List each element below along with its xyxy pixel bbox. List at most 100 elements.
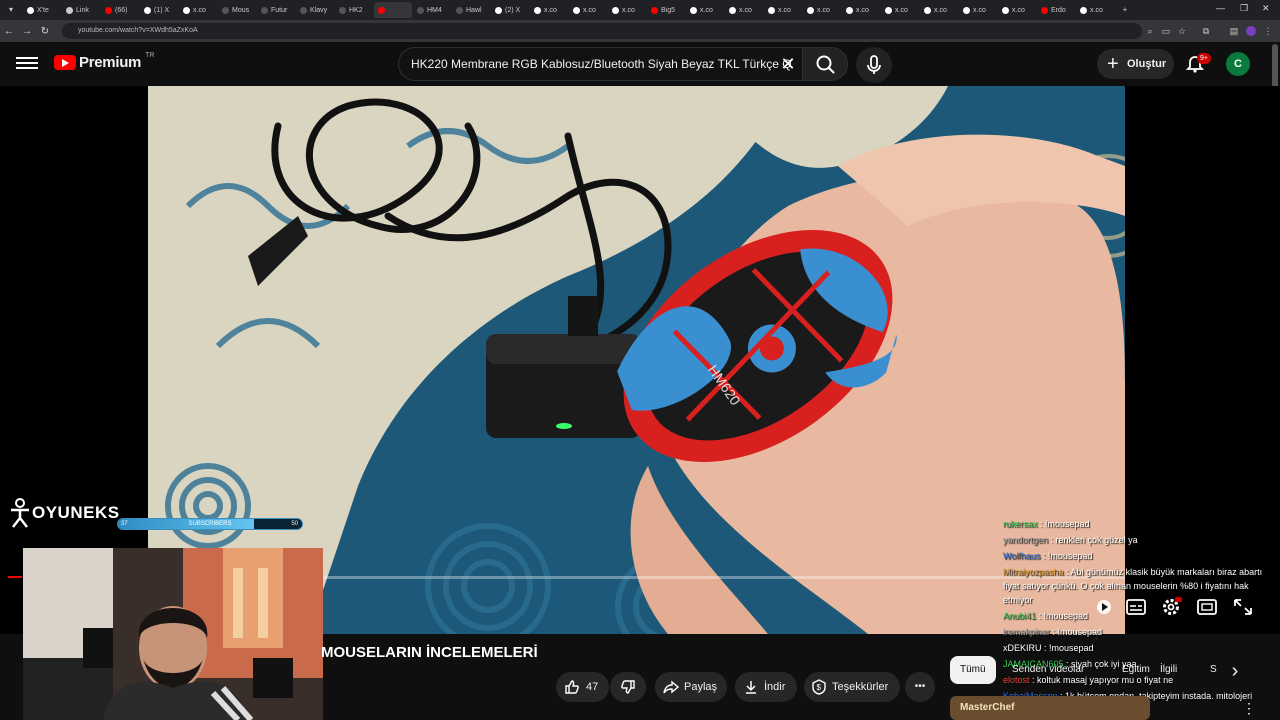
youtube-premium-logo[interactable]: Premium TR xyxy=(54,52,154,71)
browser-tab[interactable]: x.co xyxy=(725,2,763,18)
tab-favicon-icon xyxy=(612,6,619,14)
extensions-icon[interactable]: ⧉ xyxy=(1200,25,1212,37)
browser-tab[interactable]: HK2 xyxy=(335,2,373,18)
browser-tab[interactable]: x.co xyxy=(842,2,880,18)
chat-username: Anubi41 xyxy=(1003,611,1037,621)
hamburger-menu-icon[interactable] xyxy=(16,54,38,74)
browser-tab[interactable]: x.co xyxy=(1076,2,1114,18)
more-actions-button[interactable]: ••• xyxy=(905,672,935,702)
download-label: İndir xyxy=(764,681,786,693)
voice-search-button[interactable] xyxy=(856,47,892,83)
dislike-button[interactable] xyxy=(610,672,646,702)
chat-text: : !mousepad xyxy=(1037,519,1090,529)
tab-favicon-icon xyxy=(144,6,151,14)
browser-tab[interactable]: x.co xyxy=(608,2,646,18)
recommended-more-icon[interactable]: ⋮ xyxy=(1242,700,1256,717)
browser-tab[interactable]: Big5 xyxy=(647,2,685,18)
chat-message: xDEKIRU : !mousepad xyxy=(1003,640,1280,656)
browser-tab[interactable]: x.co xyxy=(998,2,1036,18)
browser-tab[interactable]: Klavy xyxy=(296,2,334,18)
chat-text: : renkleri çok güzel ya xyxy=(1048,535,1138,545)
browser-tab[interactable]: x.co xyxy=(179,2,217,18)
chips-next-icon[interactable]: › xyxy=(1224,660,1246,682)
browser-tab[interactable]: (1) X xyxy=(140,2,178,18)
sidebar-icon[interactable]: ▤ xyxy=(1228,25,1240,37)
browser-tab[interactable]: (2) X xyxy=(491,2,529,18)
tab-title: Hawl xyxy=(466,6,482,14)
tab-title: x.co xyxy=(856,6,869,14)
chat-message: iremakpinar : !mousepad xyxy=(1003,624,1280,640)
search-input[interactable]: HK220 Membrane RGB Kablosuz/Bluetooth Si… xyxy=(398,47,806,81)
cast-icon[interactable]: ▭ xyxy=(1160,25,1172,37)
browser-tab[interactable]: (66) xyxy=(101,2,139,18)
browser-tab-strip: ▾ X'te Link (66) (1) X x.co Mous Futur Klavy HK2… xyxy=(0,0,1280,20)
browser-menu-icon[interactable]: ⋮ xyxy=(1262,25,1274,37)
new-tab-button[interactable]: + xyxy=(1118,3,1132,17)
browser-tab[interactable]: x.co xyxy=(920,2,958,18)
window-close-button[interactable]: ✕ xyxy=(1262,3,1270,14)
search-button[interactable] xyxy=(802,47,848,81)
browser-tab[interactable]: x.co xyxy=(803,2,841,18)
like-button[interactable]: 47 xyxy=(556,672,609,702)
browser-tab[interactable]: x.co xyxy=(881,2,919,18)
tab-title: Erdo xyxy=(1051,6,1066,14)
thanks-button[interactable]: $ Teşekkürler xyxy=(804,672,900,702)
chat-text: : !mousepad xyxy=(1036,611,1089,621)
filter-chip[interactable]: Tümü xyxy=(950,656,996,684)
browser-tab[interactable]: Hawl xyxy=(452,2,490,18)
plus-icon: + xyxy=(1107,53,1119,75)
bookmark-star-icon[interactable]: ☆ xyxy=(1176,25,1188,37)
tab-title: x.co xyxy=(193,6,206,14)
subscriber-goal-target: 50 xyxy=(291,521,298,527)
tab-title: x.co xyxy=(1012,6,1025,14)
tab-title: (2) X xyxy=(505,6,521,14)
tab-favicon-icon xyxy=(300,6,307,14)
browser-tab[interactable]: Futur xyxy=(257,2,295,18)
browser-tab[interactable]: x.co xyxy=(959,2,997,18)
chat-message: yandortgen : renkleri çok güzel ya xyxy=(1003,532,1280,548)
chat-username: Wolfhaus xyxy=(1003,551,1041,561)
filter-chip[interactable]: Senden videolar xyxy=(1002,656,1094,684)
clear-search-icon[interactable]: ✕ xyxy=(778,54,798,74)
account-avatar[interactable]: C xyxy=(1226,52,1250,76)
browser-tab[interactable]: X'te xyxy=(23,2,61,18)
profile-avatar-icon[interactable] xyxy=(1246,26,1256,36)
filter-chip[interactable]: İlgili xyxy=(1150,656,1187,684)
back-icon[interactable]: ← xyxy=(0,26,18,37)
address-bar[interactable]: youtube.com/watch?v=XWdh5aZxKoA xyxy=(62,23,1142,39)
recommended-video-thumbnail[interactable]: MasterChef xyxy=(950,696,1150,720)
tab-search-icon[interactable]: ▾ xyxy=(4,3,18,17)
browser-tab[interactable]: x.co xyxy=(530,2,568,18)
reload-icon[interactable]: ↻ xyxy=(36,26,54,37)
browser-tab[interactable]: x.co xyxy=(686,2,724,18)
download-button[interactable]: İndir xyxy=(735,672,797,702)
tab-list: X'te Link (66) (1) X x.co Mous Futur Klavy HK2 HM… xyxy=(22,2,1114,18)
tab-title: Link xyxy=(76,6,89,14)
svg-text:$: $ xyxy=(817,683,822,692)
video-title: MOUSELARIN İNCELEMELERİ xyxy=(321,644,538,661)
forward-icon[interactable]: → xyxy=(18,26,36,37)
like-count: 47 xyxy=(586,681,599,693)
tab-favicon-icon xyxy=(105,6,112,14)
zoom-icon[interactable]: ⌕ xyxy=(1144,25,1156,37)
tab-title: x.co xyxy=(973,6,986,14)
maximize-button[interactable]: ❐ xyxy=(1240,3,1248,14)
filter-chip[interactable]: S xyxy=(1200,656,1227,684)
share-button[interactable]: Paylaş xyxy=(655,672,727,702)
browser-tab[interactable]: HM4 xyxy=(413,2,451,18)
webcam-image xyxy=(23,548,323,720)
tab-title: Klavy xyxy=(310,6,328,14)
tab-favicon-icon xyxy=(27,6,34,14)
tab-favicon-icon xyxy=(651,6,658,14)
browser-tab[interactable]: x.co xyxy=(764,2,802,18)
browser-tab[interactable]: Erdo xyxy=(1037,2,1075,18)
browser-tab[interactable]: x.co xyxy=(569,2,607,18)
streamer-name: OYUNEKS xyxy=(32,503,120,522)
browser-tab[interactable] xyxy=(374,2,412,18)
thanks-label: Teşekkürler xyxy=(832,681,889,693)
minimize-button[interactable]: — xyxy=(1216,3,1225,13)
create-button[interactable]: + Oluştur xyxy=(1097,49,1174,79)
tab-title: x.co xyxy=(700,6,713,14)
browser-tab[interactable]: Mous xyxy=(218,2,256,18)
browser-tab[interactable]: Link xyxy=(62,2,100,18)
